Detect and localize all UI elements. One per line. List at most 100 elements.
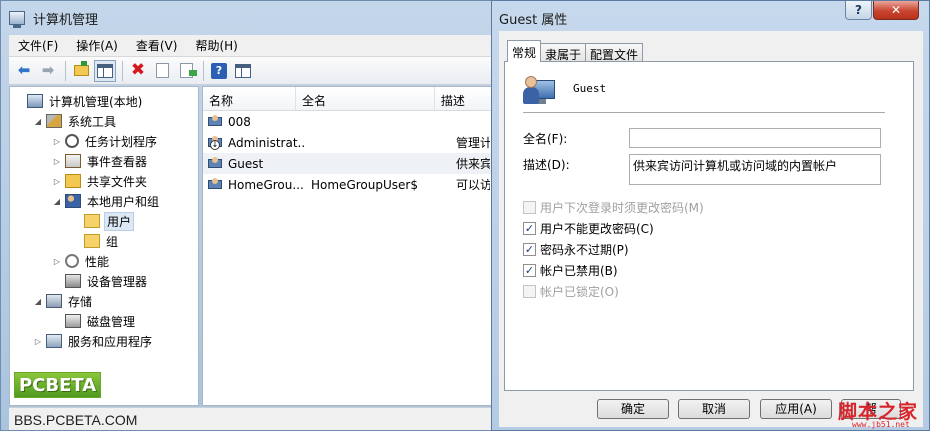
export-icon[interactable] <box>175 60 197 82</box>
tree-item[interactable]: 计算机管理(本地) <box>10 91 198 111</box>
checkbox-checked-icon[interactable]: ✓ <box>523 222 536 235</box>
main-window-title: 计算机管理 <box>33 12 99 28</box>
list-header: 名称 全名 描述 <box>203 87 491 111</box>
fullname-field[interactable] <box>629 128 881 148</box>
tree-item[interactable]: 磁盘管理 <box>10 311 198 331</box>
tree-item[interactable]: ▷ 性能 <box>10 251 198 271</box>
user-icon <box>208 156 223 171</box>
user-fullname-cell: HomeGroupUser$ <box>311 177 418 192</box>
account-option-checkbox: 用户下次登录时须更改密码(M) <box>523 199 704 216</box>
jb51-watermark-url: www.jb51.net <box>852 420 910 429</box>
user-description-cell: 供来宾 <box>456 157 490 171</box>
column-fullname[interactable]: 全名 <box>296 87 435 110</box>
user-row[interactable]: HomeGrou... HomeGroupUser$ 可以访 <box>203 174 491 195</box>
tree-item[interactable]: ◢ 存储 <box>10 291 198 311</box>
tree-item[interactable]: 用户 <box>10 211 198 231</box>
menu-view[interactable]: 查看(V) <box>127 37 187 54</box>
account-option-checkbox[interactable]: ✓ 用户不能更改密码(C) <box>523 220 654 237</box>
divider <box>523 112 885 113</box>
toolbar-separator <box>122 60 123 81</box>
expand-toggle-icon[interactable]: ▷ <box>33 337 43 346</box>
description-label: 描述(D): <box>523 158 570 172</box>
computer-icon <box>27 94 43 108</box>
pcbeta-watermark-logo: PCBETA <box>14 372 102 398</box>
checkbox-label: 用户不能更改密码(C) <box>540 222 654 236</box>
expand-toggle-icon[interactable]: ◢ <box>33 117 43 126</box>
user-description-cell: 管理计 <box>456 136 490 150</box>
computer-management-icon <box>9 11 25 28</box>
users-list: 名称 全名 描述 008 ↓ Administrat... 管理计 Guest 供来宾 Ho… <box>202 86 492 406</box>
tab-member-of[interactable]: 隶属于 <box>540 43 587 62</box>
menu-bar: 文件(F) 操作(A) 查看(V) 帮助(H) <box>9 35 491 57</box>
checkbox-checked-icon[interactable]: ✓ <box>523 264 536 277</box>
guest-properties-dialog: Guest 属性 ? ✕ 常规 隶属于 配置文件 Guest 全名(F): 描述… <box>491 0 930 431</box>
back-arrow-icon[interactable]: ⬅ <box>13 60 35 82</box>
cancel-button[interactable]: 取消 <box>678 399 750 419</box>
fullname-label: 全名(F): <box>523 132 568 146</box>
list-body: 008 ↓ Administrat... 管理计 Guest 供来宾 HomeGrou...… <box>203 111 491 195</box>
computer-management-window: 计算机管理 文件(F) 操作(A) 查看(V) 帮助(H) ⬅ ➡ ✖ ? 计算… <box>0 0 492 431</box>
dialog-help-button[interactable]: ? <box>845 1 872 20</box>
user-row[interactable]: ↓ Administrat... 管理计 <box>203 132 491 153</box>
tree-item[interactable]: 设备管理器 <box>10 271 198 291</box>
tree-item[interactable]: ▷ 共享文件夹 <box>10 171 198 191</box>
checkbox-label: 帐户已锁定(O) <box>540 285 619 299</box>
main-titlebar[interactable]: 计算机管理 <box>1 1 491 35</box>
dialog-close-button[interactable]: ✕ <box>873 1 919 20</box>
action-pane-icon[interactable] <box>232 60 254 82</box>
user-icon <box>208 177 223 192</box>
user-name-label: Guest <box>573 82 607 95</box>
up-folder-icon[interactable] <box>70 60 92 82</box>
disk-icon <box>65 314 81 328</box>
tree-item-label: 存储 <box>68 294 93 309</box>
expand-toggle-icon[interactable]: ▷ <box>52 177 62 186</box>
user-account-icon <box>523 74 557 106</box>
column-name[interactable]: 名称 <box>203 87 296 110</box>
tab-general[interactable]: 常规 <box>507 40 542 62</box>
delete-icon[interactable]: ✖ <box>127 60 149 82</box>
tree-item[interactable]: ◢ 系统工具 <box>10 111 198 131</box>
user-icon <box>208 114 223 129</box>
menu-file[interactable]: 文件(F) <box>9 37 67 54</box>
user-description-cell: 可以访 <box>456 178 490 192</box>
menu-action[interactable]: 操作(A) <box>67 37 127 54</box>
tree-item[interactable]: ▷ 事件查看器 <box>10 151 198 171</box>
folder-icon <box>84 234 100 248</box>
column-description[interactable]: 描述 <box>435 87 491 110</box>
tab-profile[interactable]: 配置文件 <box>585 43 644 62</box>
user-name-cell: HomeGrou... <box>228 177 304 192</box>
tree-item[interactable]: ▷ 服务和应用程序 <box>10 331 198 351</box>
account-option-checkbox[interactable]: ✓ 帐户已禁用(B) <box>523 262 618 279</box>
expand-toggle-icon[interactable]: ◢ <box>52 197 62 206</box>
checkbox-unchecked-icon <box>523 285 536 298</box>
user-row[interactable]: Guest 供来宾 <box>203 153 491 174</box>
users-icon <box>65 194 81 208</box>
event-viewer-icon <box>65 154 81 168</box>
expand-toggle-icon[interactable]: ▷ <box>52 137 62 146</box>
toolbar-separator <box>203 60 204 81</box>
checkbox-unchecked-icon <box>523 201 536 214</box>
tree-item[interactable]: ▷ 任务计划程序 <box>10 131 198 151</box>
expand-toggle-icon[interactable]: ▷ <box>52 257 62 266</box>
apply-button[interactable]: 应用(A) <box>760 399 832 419</box>
tree-item-label: 任务计划程序 <box>85 134 158 149</box>
description-field[interactable]: 供来宾访问计算机或访问域的内置帐户 <box>629 154 881 185</box>
clock-icon <box>65 134 79 148</box>
user-name-cell: Administrat... <box>228 135 304 150</box>
properties-icon[interactable] <box>151 60 173 82</box>
account-option-checkbox[interactable]: ✓ 密码永不过期(P) <box>523 241 629 258</box>
expand-toggle-icon[interactable]: ▷ <box>52 157 62 166</box>
user-row[interactable]: 008 <box>203 111 491 132</box>
expand-toggle-icon[interactable]: ◢ <box>33 297 43 306</box>
ok-button[interactable]: 确定 <box>597 399 669 419</box>
help-icon[interactable]: ? <box>208 60 230 82</box>
tree-item-label: 用户 <box>104 211 135 231</box>
tree-item[interactable]: 组 <box>10 231 198 251</box>
checkbox-checked-icon[interactable]: ✓ <box>523 243 536 256</box>
tree-item-label: 组 <box>106 234 119 249</box>
tree-item[interactable]: ◢ 本地用户和组 <box>10 191 198 211</box>
tools-icon <box>46 114 62 128</box>
show-hide-tree-icon[interactable] <box>94 59 116 82</box>
menu-help[interactable]: 帮助(H) <box>186 37 246 54</box>
forward-arrow-icon[interactable]: ➡ <box>37 60 59 82</box>
